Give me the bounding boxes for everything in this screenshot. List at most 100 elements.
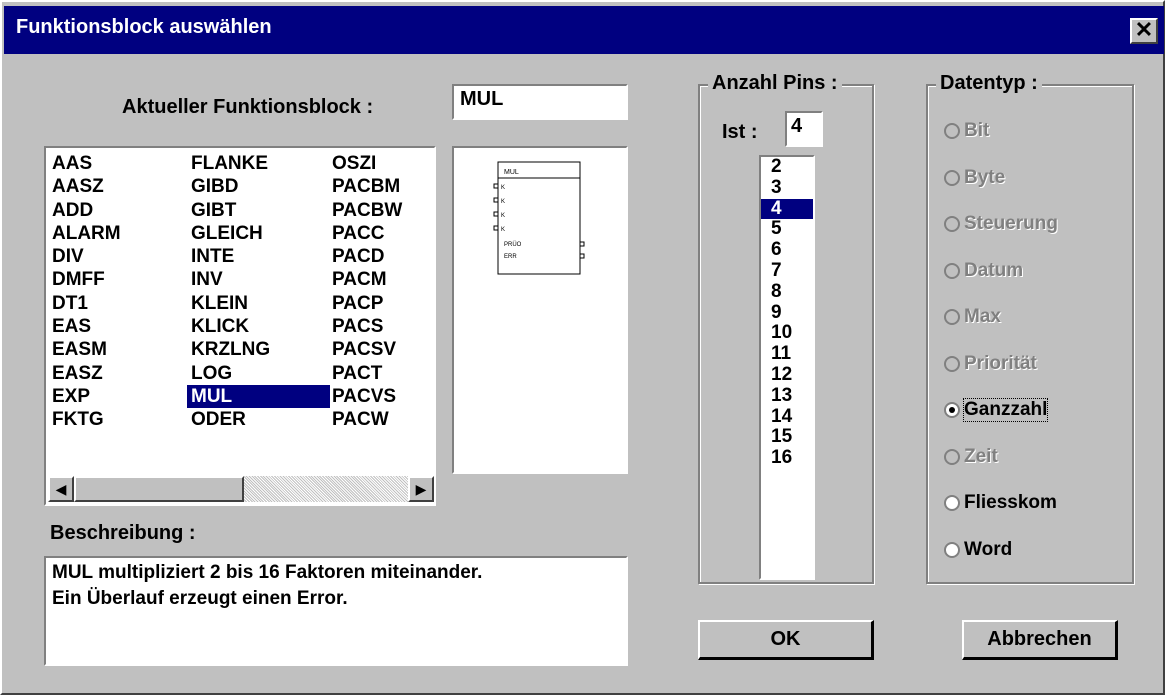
horizontal-scrollbar[interactable]: ◀ ▶ [48,476,434,502]
pins-list-item[interactable]: 2 [761,156,813,178]
radio-circle-icon [944,169,960,186]
function-list-item[interactable]: PACBW [328,199,402,222]
pins-list-item[interactable]: 10 [761,323,813,344]
datatype-radio-zeit[interactable]: Zeit [944,446,998,468]
function-list-item[interactable]: PACT [328,362,402,385]
function-list-item[interactable]: ODER [187,408,330,431]
preview-input-4: K [501,227,505,233]
function-list-item[interactable]: PACD [328,245,402,268]
function-list-item[interactable]: KRZLNG [187,338,330,361]
current-block-label: Aktueller Funktionsblock : [122,96,374,118]
function-list-item[interactable]: PACP [328,292,402,315]
scroll-thumb[interactable] [74,476,244,502]
pins-list-item[interactable]: 5 [761,219,813,240]
function-list-item[interactable]: EASM [48,338,121,361]
pins-list-item[interactable]: 8 [761,281,813,303]
scroll-left-arrow-icon[interactable]: ◀ [48,476,74,502]
preview-input-2: K [501,199,505,205]
datatype-radio-datum[interactable]: Datum [944,260,1023,282]
radio-circle-icon [944,216,960,232]
ist-value-field[interactable]: 4 [785,111,823,147]
function-list-column-3: OSZI PACBM PACBW PACC PACD PACM PACP PACS PACSV P… [328,152,402,432]
description-box: MUL multipliziert 2 bis 16 Faktoren mite… [44,556,628,666]
function-list-item[interactable]: GLEICH [187,222,330,245]
function-list-item[interactable]: PACSV [328,338,402,361]
block-preview: MUL K K K K PRÜO ERR [452,146,628,474]
function-list-item[interactable]: INV [187,268,330,291]
radio-label: Steuerung [964,213,1058,234]
function-list-item[interactable]: ALARM [48,222,121,245]
function-list-item[interactable]: GIBD [187,175,330,198]
function-list[interactable]: AAS AASZ ADD ALARM DIV DMFF DT1 EAS EASM EASZ EXP F… [44,146,436,506]
radio-circle-icon [944,448,960,465]
ist-label: Ist : [722,121,758,143]
radio-label: Bit [964,120,990,141]
function-list-item[interactable]: FLANKE [187,152,330,175]
datatype-radio-bit[interactable]: Bit [944,120,989,142]
pins-list-item[interactable]: 13 [761,385,813,407]
ok-button[interactable]: OK [698,620,874,660]
cancel-button[interactable]: Abbrechen [962,620,1118,660]
datatype-radio-steuerung[interactable]: Steuerung [944,213,1058,235]
function-list-item[interactable]: PACC [328,222,402,245]
pins-list-item[interactable]: 7 [761,260,813,282]
description-line-1: MUL multipliziert 2 bis 16 Faktoren mite… [52,562,483,583]
function-list-item[interactable]: EASZ [48,362,121,385]
pins-list-item[interactable]: 6 [761,239,813,261]
radio-label: Fliesskom [964,492,1057,513]
function-list-item[interactable]: FKTG [48,408,121,431]
radio-label: Byte [964,166,1006,188]
function-list-item[interactable]: PACVS [328,385,402,408]
function-list-item[interactable]: MUL [187,384,330,409]
radio-label: Priorität [964,352,1037,374]
close-button[interactable]: ✕ [1130,18,1158,44]
function-list-item[interactable]: LOG [187,362,330,385]
function-list-item[interactable]: PACW [328,408,402,431]
function-list-item[interactable]: OSZI [328,152,402,175]
scroll-right-arrow-icon[interactable]: ▶ [408,476,434,502]
function-list-item[interactable]: DIV [48,245,121,268]
function-list-item[interactable]: KLICK [187,315,330,338]
pins-list-item[interactable]: 9 [761,302,813,324]
datatype-radio-word[interactable]: Word [944,539,1012,561]
pins-list-item[interactable]: 16 [761,447,813,469]
pins-list-item[interactable]: 3 [761,177,813,199]
description-line-2: Ein Überlauf erzeugt einen Error. [52,588,348,609]
function-list-item[interactable]: INTE [187,245,330,268]
function-list-column-2: FLANKE GIBD GIBT GLEICH INTE INV KLEIN KLICK KRZ… [187,152,330,432]
radio-circle-icon [944,541,960,558]
preview-output-1: PRÜO [504,241,522,248]
datatype-radio-byte[interactable]: Byte [944,167,1005,189]
pins-list[interactable]: 2 3 4 5 6 7 8 9 10 11 12 13 14 15 16 [759,155,815,580]
pins-list-item[interactable]: 14 [761,406,813,428]
function-list-item[interactable]: GIBT [187,199,330,222]
function-list-item[interactable]: DMFF [48,268,121,291]
radio-circle-icon [944,402,960,418]
block-symbol-icon: MUL K K K K PRÜO ERR [493,161,585,275]
current-block-field[interactable]: MUL [452,84,628,120]
datatype-radio-fliesskom[interactable]: Fliesskom [944,492,1057,514]
description-label: Beschreibung : [50,522,196,544]
pins-list-item[interactable]: 11 [761,343,813,365]
pins-list-item[interactable]: 12 [761,364,813,386]
datatype-radio-max[interactable]: Max [944,306,1001,328]
function-list-item[interactable]: PACBM [328,175,402,198]
radio-circle-icon [944,309,960,325]
datatype-radio-priorität[interactable]: Priorität [944,353,1037,375]
function-list-item[interactable]: EAS [48,315,121,338]
function-list-item[interactable]: PACS [328,315,402,338]
radio-label: Zeit [964,445,998,467]
radio-circle-icon [944,262,960,279]
function-list-item[interactable]: AAS [48,152,121,175]
function-list-item[interactable]: EXP [48,385,121,408]
function-list-item[interactable]: DT1 [48,292,121,315]
function-list-item[interactable]: PACM [328,268,402,291]
function-list-item[interactable]: KLEIN [187,292,330,315]
datatype-radio-ganzzahl[interactable]: Ganzzahl [944,398,1049,422]
pins-list-item[interactable]: 4 [761,198,813,220]
function-list-item[interactable]: ADD [48,199,121,222]
pins-list-item[interactable]: 15 [761,427,813,448]
radio-circle-icon [944,123,960,139]
preview-input-3: K [501,213,505,219]
function-list-item[interactable]: AASZ [48,175,121,198]
